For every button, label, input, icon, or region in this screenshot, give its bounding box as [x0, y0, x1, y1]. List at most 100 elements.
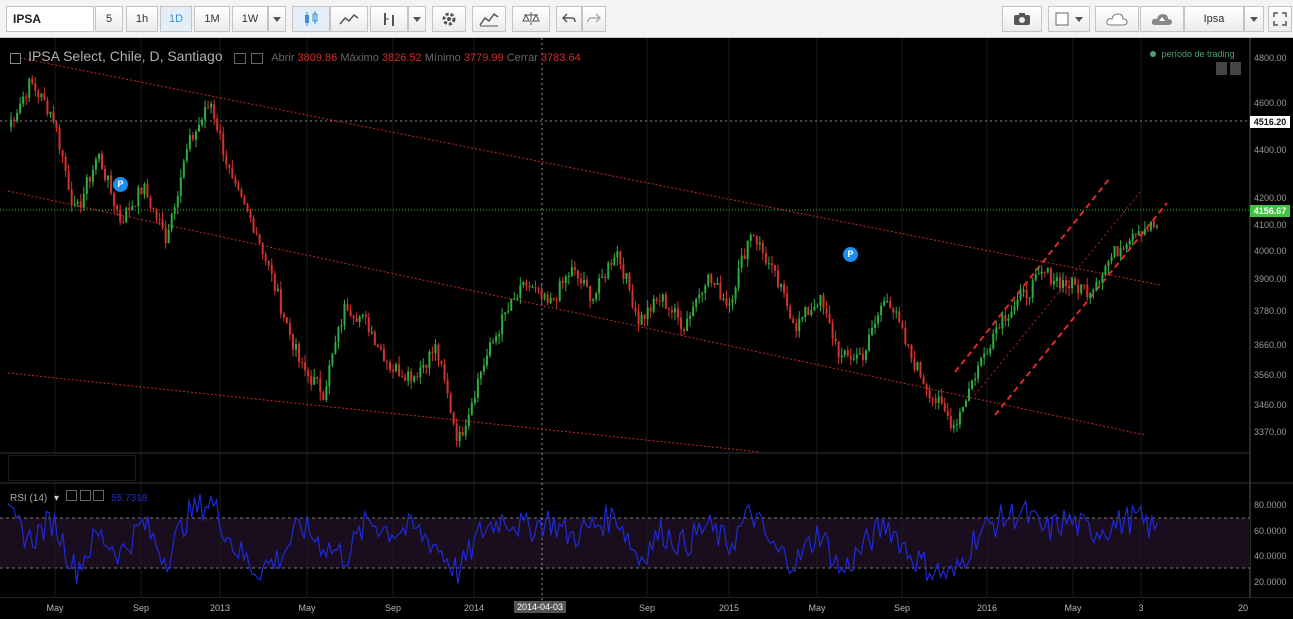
symbol-input[interactable]: IPSA	[6, 6, 94, 32]
time-tick: Sep	[132, 603, 150, 613]
candle-body	[388, 362, 391, 370]
line-style-button[interactable]	[330, 6, 368, 32]
price-pane[interactable]	[0, 38, 1250, 453]
candle-body	[867, 334, 870, 351]
candle-body	[122, 222, 125, 224]
chart-style-dropdown[interactable]	[408, 6, 426, 32]
candle-body	[1025, 289, 1028, 299]
candle-body	[370, 331, 373, 333]
candle-body	[498, 334, 501, 337]
candle-body	[843, 350, 846, 356]
candle-body	[179, 177, 182, 196]
interval-1w-button[interactable]: 1W	[232, 6, 268, 32]
candle-body	[877, 315, 880, 324]
candle-body	[1022, 289, 1025, 292]
time-tick: 3	[1138, 603, 1144, 613]
settings-icon[interactable]	[233, 52, 246, 64]
candle-body	[689, 316, 692, 319]
interval-dropdown-button[interactable]	[268, 6, 286, 32]
candle-body	[607, 263, 610, 279]
rsi-close-icon[interactable]	[93, 490, 105, 501]
rsi-dropdown-icon[interactable]: ▾	[54, 493, 59, 504]
candle-body	[673, 308, 676, 313]
candle-body	[352, 315, 355, 319]
candle-body	[567, 275, 570, 277]
candle-body	[395, 364, 398, 372]
candle-body	[1028, 297, 1031, 299]
price-chart[interactable]	[0, 38, 1293, 619]
save-cloud-button[interactable]	[1140, 6, 1184, 32]
candle-body	[188, 135, 191, 150]
candle-body	[764, 252, 767, 264]
settings-button[interactable]	[432, 6, 466, 32]
candle-body	[810, 309, 813, 315]
candle-body	[49, 111, 52, 115]
candle-body	[470, 402, 473, 415]
candle-body	[258, 234, 261, 243]
dividend-marker[interactable]: P	[843, 247, 858, 262]
candle-body	[934, 398, 937, 403]
candle-body	[516, 297, 519, 299]
indicators-button[interactable]	[472, 6, 506, 32]
load-cloud-button[interactable]	[1095, 6, 1139, 32]
candle-body	[461, 432, 464, 436]
candle-body	[858, 353, 861, 355]
layout-dropdown-button[interactable]	[1244, 6, 1264, 32]
candle-body	[492, 341, 495, 343]
collapse-icon[interactable]	[10, 52, 21, 64]
candle-body	[1101, 274, 1104, 283]
compare-button[interactable]	[512, 6, 550, 32]
candle-body	[992, 333, 995, 349]
bars-style-button[interactable]	[370, 6, 408, 32]
candles-style-button[interactable]	[292, 6, 330, 32]
candle-body	[231, 167, 234, 178]
fullscreen-toggle-button[interactable]	[1048, 6, 1090, 32]
candle-body	[1058, 277, 1061, 289]
saved-layout-name[interactable]: Ipsa	[1184, 6, 1244, 32]
snapshot-button[interactable]	[1002, 6, 1042, 32]
candle-body	[789, 306, 792, 319]
candle-body	[255, 232, 258, 235]
candle-body	[1098, 282, 1101, 284]
candle-body	[783, 284, 786, 294]
scroll-up-icon[interactable]	[1216, 62, 1227, 75]
undo-button[interactable]	[556, 6, 582, 32]
candle-body	[716, 282, 719, 285]
dividend-marker[interactable]: P	[113, 177, 128, 192]
candle-body	[592, 299, 595, 301]
candle-body	[234, 177, 237, 184]
candle-body	[707, 274, 710, 286]
interval-1m-button[interactable]: 1M	[194, 6, 230, 32]
candle-body	[598, 277, 601, 294]
candle-body	[85, 177, 88, 194]
rsi-hide-icon[interactable]	[79, 490, 91, 501]
candle-body	[616, 251, 619, 258]
candle-body	[713, 282, 716, 285]
candle-body	[364, 314, 367, 318]
candle-body	[197, 124, 200, 132]
candle-body	[986, 353, 989, 355]
candle-body	[1146, 229, 1149, 231]
candle-body	[1046, 268, 1049, 273]
candle-body	[680, 317, 683, 330]
candle-body	[137, 187, 140, 206]
hide-icon[interactable]	[250, 52, 263, 64]
candle-body	[1107, 261, 1110, 267]
candle-body	[228, 164, 231, 168]
scroll-down-icon[interactable]	[1230, 62, 1241, 75]
candle-body	[319, 378, 322, 393]
interval-5-button[interactable]: 5	[95, 6, 123, 32]
candle-body	[1074, 278, 1077, 285]
interval-1h-button[interactable]: 1h	[126, 6, 158, 32]
crosshair-date: 2014-04-03	[513, 601, 567, 613]
candle-body	[104, 169, 107, 180]
price-tick: 4400.00	[1254, 145, 1287, 155]
rsi-settings-icon[interactable]	[65, 490, 77, 501]
candle-body	[916, 362, 919, 371]
redo-button[interactable]	[582, 6, 606, 32]
expand-button[interactable]	[1268, 6, 1292, 32]
candle-body	[382, 348, 385, 362]
candle-body	[355, 318, 358, 323]
candle-body	[1119, 248, 1122, 257]
interval-1d-button[interactable]: 1D	[160, 6, 192, 32]
